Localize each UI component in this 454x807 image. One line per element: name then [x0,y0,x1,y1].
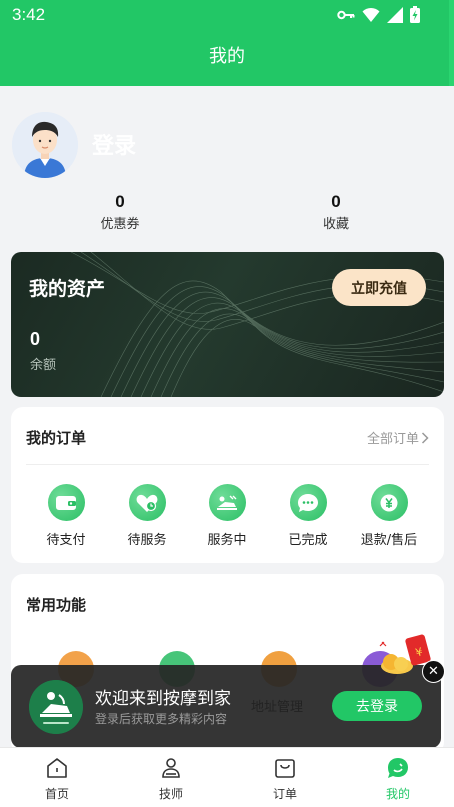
order-bag-icon [275,759,295,778]
coupons-count: 0 [115,192,125,211]
tab-label: 我的 [385,787,410,801]
order-completed[interactable]: 已完成 [268,484,348,548]
tab-label: 订单 [272,787,297,801]
go-login-button[interactable]: 去登录 [332,691,422,721]
order-item-label: 待服务 [127,533,167,548]
order-item-label: 服务中 [207,533,247,548]
wifi-icon [362,7,380,22]
profile-bubble-icon [388,758,408,778]
order-pending-service[interactable]: 待服务 [107,484,187,548]
favorites-stat[interactable]: 0 收藏 [276,192,396,232]
login-link[interactable]: 登录 [92,128,136,160]
massage-bed-icon [208,484,246,521]
profile-section: 登录 0 优惠券 0 收藏 [0,86,454,246]
coupons-label: 优惠券 [100,217,140,232]
battery-icon [410,6,420,23]
favorites-label: 收藏 [322,217,349,232]
key-icon [337,10,355,19]
order-item-label: 已完成 [288,533,328,548]
balance-label: 余额 [30,358,57,373]
scroll-indicator [449,0,454,86]
bottom-tab-bar: 首页 技师 订单 我的 [0,747,454,807]
signal-icon [387,6,403,23]
status-time: 3:42 [12,5,46,24]
function-label-address: 地址管理 [251,700,304,715]
tab-technician[interactable]: 技师 [141,757,201,802]
default-avatar-icon [12,112,78,178]
asset-card: 我的资产 立即充值 0 余额 [11,252,444,397]
tab-label: 技师 [158,787,183,801]
asset-title: 我的资产 [29,278,106,300]
wallet-icon [47,484,85,521]
all-orders-label: 全部订单 [366,432,419,447]
order-pending-payment[interactable]: 待支付 [26,484,106,548]
status-bar: 3:42 [0,0,454,30]
app-logo [29,680,83,734]
order-item-label: 退款/售后 [360,533,418,548]
yuan-refund-icon [370,484,408,521]
tab-orders[interactable]: 订单 [255,757,315,802]
heart-clock-icon [128,484,166,521]
banner-title: 欢迎来到按摩到家 [95,689,231,709]
order-refund[interactable]: 退款/售后 [349,484,429,548]
order-in-service[interactable]: 服务中 [187,484,267,548]
functions-title: 常用功能 [26,596,87,614]
tab-profile[interactable]: 我的 [368,757,428,802]
status-icons [337,6,420,23]
banner-subtitle: 登录后获取更多精彩内容 [95,712,228,726]
close-icon[interactable]: ✕ [422,660,445,683]
divider [26,464,429,465]
page-header: 我的 [0,30,454,86]
page-title: 我的 [209,46,245,67]
balance-value: 0 [30,329,41,349]
tab-home[interactable]: 首页 [27,757,87,802]
coupons-stat[interactable]: 0 优惠券 [60,192,180,232]
technician-icon [162,758,180,778]
tab-label: 首页 [44,787,69,801]
orders-title: 我的订单 [26,429,87,447]
order-item-label: 待支付 [46,533,86,548]
chat-dots-icon [289,484,327,521]
chevron-right-icon [421,431,429,444]
favorites-count: 0 [331,192,341,211]
all-orders-link[interactable]: 全部订单 [367,428,429,447]
avatar[interactable] [12,112,78,178]
home-icon [47,758,67,778]
orders-card: 我的订单 全部订单 待支付 待服务 服务中 已完成 退款/售后 [11,407,444,563]
recharge-button[interactable]: 立即充值 [332,269,426,306]
